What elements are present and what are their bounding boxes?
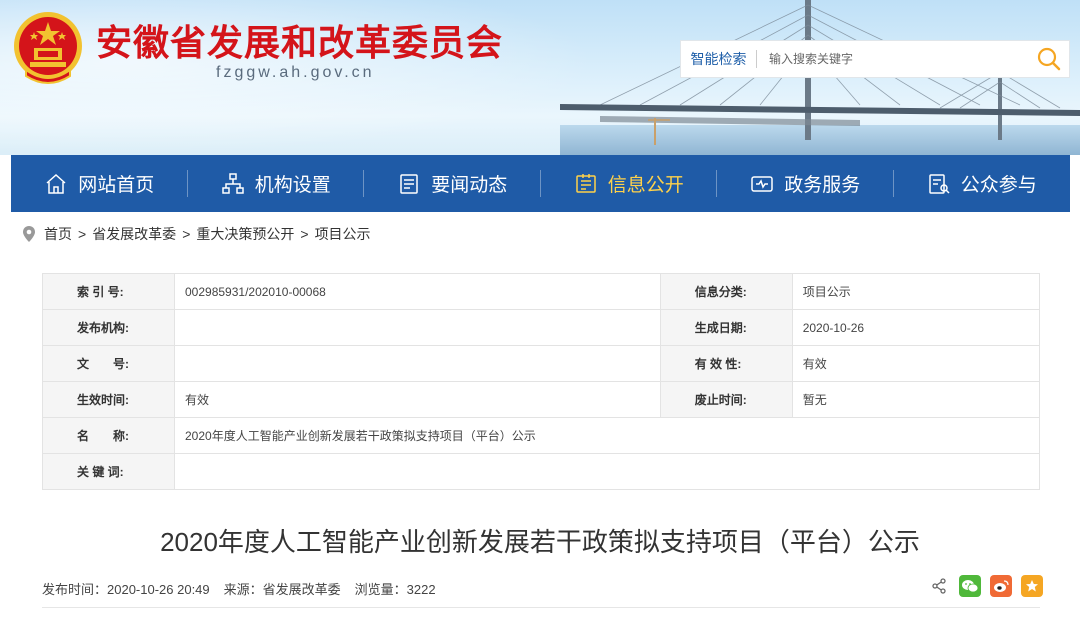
publisher-value bbox=[174, 309, 661, 346]
participate-icon bbox=[928, 173, 950, 194]
wechat-share-button[interactable] bbox=[959, 575, 981, 597]
breadcrumb-item-ndrc[interactable]: 省发展改革委 bbox=[92, 224, 176, 244]
nav-item-info[interactable]: 信息公开 bbox=[541, 155, 718, 212]
share-bar bbox=[928, 575, 1043, 597]
national-emblem-icon bbox=[14, 12, 82, 84]
index-value: 002985931/202010-00068 bbox=[174, 273, 661, 310]
publisher-label: 发布机构: bbox=[42, 309, 175, 346]
search-input[interactable] bbox=[757, 41, 1029, 77]
created-date-value: 2020-10-26 bbox=[791, 309, 1041, 346]
search-label[interactable]: 智能检索 bbox=[681, 50, 757, 68]
breadcrumb-separator: > bbox=[300, 226, 309, 242]
favorite-button[interactable] bbox=[1021, 575, 1043, 597]
index-label: 索 引 号: bbox=[42, 273, 175, 310]
table-row: 发布机构: 生成日期: 2020-10-26 bbox=[42, 309, 1041, 346]
nav-label: 要闻动态 bbox=[431, 175, 508, 196]
nav-label: 公众参与 bbox=[960, 175, 1037, 196]
site-domain: fzggw.ah.gov.cn bbox=[216, 64, 375, 81]
article-meta: 发布时间：2020-10-26 20:49 来源：省发展改革委 浏览量：3222 bbox=[42, 579, 436, 598]
validity-label: 有 效 性: bbox=[659, 345, 793, 382]
favorite-icon bbox=[1026, 580, 1038, 592]
table-row: 名 称: 2020年度人工智能产业创新发展若干政策拟支持项目（平台）公示 bbox=[42, 417, 1040, 454]
home-icon bbox=[46, 173, 66, 194]
nav-label: 机构设置 bbox=[254, 175, 331, 196]
expire-time-value: 暂无 bbox=[791, 381, 1041, 418]
table-row: 关 键 词: bbox=[42, 453, 1040, 490]
article-title: 2020年度人工智能产业创新发展若干政策拟支持项目（平台）公示 bbox=[160, 527, 920, 557]
service-icon bbox=[751, 175, 773, 192]
news-icon bbox=[400, 173, 418, 194]
publish-time: 发布时间：2020-10-26 20:49 bbox=[42, 582, 210, 597]
created-date-label: 生成日期: bbox=[659, 309, 793, 346]
search-button[interactable] bbox=[1029, 41, 1069, 77]
nav-item-home[interactable]: 网站首页 bbox=[11, 155, 188, 212]
share-icon bbox=[932, 578, 946, 594]
org-icon bbox=[221, 172, 244, 194]
nav-item-news[interactable]: 要闻动态 bbox=[364, 155, 541, 212]
divider bbox=[42, 607, 1040, 608]
weibo-icon bbox=[994, 580, 1009, 592]
share-button[interactable] bbox=[928, 575, 950, 597]
keywords-label: 关 键 词: bbox=[42, 453, 175, 490]
nav-item-service[interactable]: 政务服务 bbox=[717, 155, 894, 212]
breadcrumb-item-home[interactable]: 首页 bbox=[44, 224, 72, 244]
location-pin-icon bbox=[23, 226, 35, 242]
breadcrumb-item-current[interactable]: 项目公示 bbox=[315, 224, 371, 244]
breadcrumb-item-decision[interactable]: 重大决策预公开 bbox=[196, 224, 294, 244]
breadcrumb-separator: > bbox=[78, 226, 87, 242]
view-count: 浏览量：3222 bbox=[354, 582, 436, 597]
keywords-value bbox=[174, 453, 1040, 490]
effective-time-value: 有效 bbox=[174, 381, 661, 418]
validity-value: 有效 bbox=[791, 345, 1041, 382]
site-header: 安徽省发展和改革委员会 fzggw.ah.gov.cn 智能检索 bbox=[0, 0, 1080, 155]
nav-label: 网站首页 bbox=[78, 175, 155, 196]
document-metadata-table: 索 引 号: 002985931/202010-00068 信息分类: 项目公示… bbox=[42, 273, 1041, 490]
table-row: 生效时间: 有效 废止时间: 暂无 bbox=[42, 381, 1041, 418]
nav-item-participate[interactable]: 公众参与 bbox=[894, 155, 1071, 212]
doc-number-value bbox=[174, 345, 661, 382]
nav-label: 政务服务 bbox=[784, 175, 861, 196]
info-icon bbox=[575, 173, 596, 193]
weibo-share-button[interactable] bbox=[990, 575, 1012, 597]
site-title: 安徽省发展和改革委员会 bbox=[96, 23, 504, 63]
table-row: 文 号: 有 效 性: 有效 bbox=[42, 345, 1041, 382]
category-label: 信息分类: bbox=[659, 273, 793, 310]
wechat-icon bbox=[962, 580, 979, 593]
table-row: 索 引 号: 002985931/202010-00068 信息分类: 项目公示 bbox=[42, 273, 1041, 310]
search-box: 智能检索 bbox=[680, 40, 1070, 78]
name-value: 2020年度人工智能产业创新发展若干政策拟支持项目（平台）公示 bbox=[174, 417, 1040, 454]
breadcrumb-separator: > bbox=[182, 226, 191, 242]
main-nav: 网站首页 机构设置 要闻动态 信息公开 政务服务 公众参与 bbox=[11, 155, 1070, 212]
breadcrumb: 首页 > 省发展改革委 > 重大决策预公开 > 项目公示 bbox=[22, 224, 371, 244]
category-value: 项目公示 bbox=[791, 273, 1041, 310]
nav-label: 信息公开 bbox=[607, 175, 684, 196]
nav-item-org[interactable]: 机构设置 bbox=[188, 155, 365, 212]
name-label: 名 称: bbox=[42, 417, 175, 454]
doc-number-label: 文 号: bbox=[42, 345, 175, 382]
effective-time-label: 生效时间: bbox=[42, 381, 175, 418]
expire-time-label: 废止时间: bbox=[659, 381, 793, 418]
search-icon bbox=[1037, 47, 1061, 71]
article-source: 来源：省发展改革委 bbox=[223, 582, 341, 597]
